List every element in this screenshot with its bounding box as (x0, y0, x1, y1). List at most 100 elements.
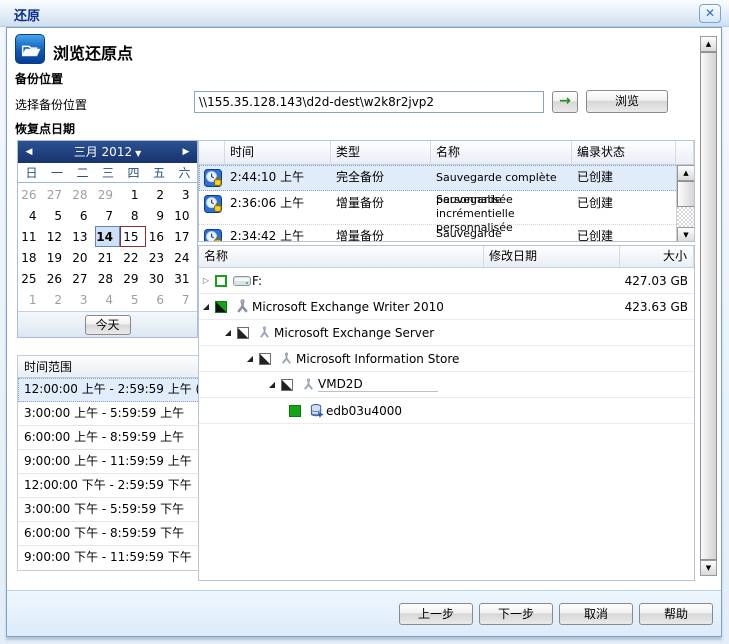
backup-row[interactable]: 2:34:42 上午 增量备份 Sauvegarde incrémentiell… (199, 225, 694, 242)
scroll-up-icon[interactable]: ▲ (700, 36, 717, 52)
calendar-day[interactable]: 5 (44, 205, 70, 226)
calendar-day[interactable]: 26 (44, 268, 70, 289)
scroll-up-icon[interactable]: ▲ (677, 165, 695, 181)
checkbox-partial[interactable] (215, 301, 227, 313)
scroll-down-icon[interactable]: ▼ (677, 227, 695, 242)
calendar-next-icon[interactable]: ▶ (177, 141, 195, 163)
calendar-day[interactable]: 1 (18, 289, 44, 310)
expand-icon[interactable]: ▷ (199, 276, 213, 285)
time-range-item[interactable]: 6:00:00 下午 - 8:59:59 下午 (18, 522, 200, 546)
time-range-item[interactable]: 6:00:00 上午 - 8:59:59 上午 (18, 426, 200, 450)
calendar-day[interactable]: 2 (146, 184, 172, 205)
calendar-day[interactable]: 28 (69, 184, 95, 205)
table-row-exchange-server[interactable]: ◢ Microsoft Exchange Server (199, 320, 694, 346)
dialog-scrollbar[interactable]: ▲ ▼ (700, 36, 717, 576)
calendar-day[interactable]: 4 (18, 205, 44, 226)
calendar-day[interactable]: 30 (146, 268, 172, 289)
checkbox-partial[interactable] (259, 353, 271, 365)
checkbox-partial[interactable] (281, 379, 293, 391)
time-range-item[interactable]: 3:00:00 下午 - 5:59:59 下午 (18, 498, 200, 522)
calendar-day[interactable]: 31 (171, 268, 197, 289)
calendar-day[interactable]: 7 (95, 205, 121, 226)
calendar-day[interactable]: 20 (69, 247, 95, 268)
collapse-icon[interactable]: ◢ (199, 302, 213, 311)
calendar-month-label[interactable]: 三月 2012▼ (74, 145, 142, 159)
table-row-drive-f[interactable]: ▷ F: 427.03 GB (199, 268, 694, 294)
time-range-item[interactable]: 3:00:00 上午 - 5:59:59 上午 (18, 402, 200, 426)
time-range-item-selected[interactable]: 12:00:00 上午 - 2:59:59 上午 (5) (18, 378, 200, 402)
backups-scrollbar[interactable]: ▲ ▼ (676, 165, 694, 242)
calendar-day[interactable]: 25 (18, 268, 44, 289)
backup-row[interactable]: 2:36:06 上午 增量备份 Sauvegarde incrémentiell… (199, 191, 694, 225)
scrollbar-track[interactable] (677, 207, 695, 227)
calendar-day[interactable]: 6 (69, 205, 95, 226)
calendar-day[interactable]: 12 (44, 226, 70, 247)
calendar-prev-icon[interactable]: ◀ (20, 141, 38, 163)
today-button[interactable]: 今天 (85, 315, 131, 335)
calendar-day[interactable]: 13 (69, 226, 95, 247)
help-button[interactable]: 帮助 (639, 603, 713, 625)
calendar-day-selected[interactable]: 14 (95, 226, 121, 247)
checkbox-partial[interactable] (237, 327, 249, 339)
go-arrow-button[interactable]: → (552, 91, 578, 113)
status-column-header[interactable]: 编录状态 (572, 141, 676, 164)
size-column-header[interactable]: 大小 (620, 246, 694, 267)
checkbox-checked-outline[interactable] (215, 275, 227, 287)
backup-row-selected[interactable]: 2:44:10 上午 完全备份 Sauvegarde complète pers… (199, 165, 694, 191)
calendar-day[interactable]: 8 (120, 205, 146, 226)
name-column-header[interactable]: 名称 (431, 141, 572, 164)
table-row-exchange-writer[interactable]: ◢ Microsoft Exchange Writer 2010 423.63 … (199, 294, 694, 320)
calendar-day[interactable]: 29 (95, 184, 121, 205)
name-column-header[interactable]: 名称 (199, 246, 484, 267)
scrollbar-thumb[interactable] (677, 181, 695, 207)
scrollbar-thumb[interactable] (700, 52, 717, 560)
calendar-day[interactable]: 18 (18, 247, 44, 268)
calendar-day[interactable]: 7 (171, 289, 197, 310)
calendar-day[interactable]: 23 (146, 247, 172, 268)
collapse-icon[interactable]: ◢ (243, 354, 257, 363)
next-button[interactable]: 下一步 (479, 603, 553, 625)
calendar-day[interactable]: 10 (171, 205, 197, 226)
calendar-day[interactable]: 17 (171, 226, 197, 247)
calendar-day[interactable]: 11 (18, 226, 44, 247)
checkbox-checked[interactable] (289, 405, 301, 417)
calendar-day[interactable]: 19 (44, 247, 70, 268)
calendar-day[interactable]: 26 (18, 184, 44, 205)
backup-type: 增量备份 (331, 225, 431, 242)
collapse-icon[interactable]: ◢ (265, 380, 279, 389)
calendar-day[interactable]: 27 (44, 184, 70, 205)
collapse-icon[interactable]: ◢ (221, 328, 235, 337)
table-row-edb03u4000[interactable]: edb03u4000 (199, 398, 694, 424)
calendar-day[interactable]: 27 (69, 268, 95, 289)
scroll-down-icon[interactable]: ▼ (700, 560, 717, 576)
calendar-day[interactable]: 9 (146, 205, 172, 226)
calendar-day[interactable]: 2 (44, 289, 70, 310)
calendar-day[interactable]: 1 (120, 184, 146, 205)
table-row-vmd2d[interactable]: ◢ VMD2D (199, 372, 694, 398)
calendar-day-today[interactable]: 15 (120, 226, 146, 247)
close-icon[interactable]: ✕ (699, 4, 721, 23)
backup-location-input[interactable] (194, 91, 544, 113)
calendar-day[interactable]: 5 (120, 289, 146, 310)
calendar-day[interactable]: 3 (69, 289, 95, 310)
time-range-item[interactable]: 9:00:00 上午 - 11:59:59 上午 (18, 450, 200, 474)
type-column-header[interactable]: 类型 (331, 141, 431, 164)
browse-button[interactable]: 浏览 (586, 90, 668, 113)
calendar-day[interactable]: 4 (95, 289, 121, 310)
calendar-day[interactable]: 21 (95, 247, 121, 268)
calendar-day[interactable]: 3 (171, 184, 197, 205)
modified-column-header[interactable]: 修改日期 (484, 246, 620, 267)
calendar-day[interactable]: 22 (120, 247, 146, 268)
time-range-item[interactable]: 12:00:00 下午 - 2:59:59 下午 (18, 474, 200, 498)
calendar-day[interactable]: 28 (95, 268, 121, 289)
calendar-day[interactable]: 6 (146, 289, 172, 310)
icon-column-header[interactable] (199, 141, 225, 164)
time-column-header[interactable]: 时间 (225, 141, 331, 164)
time-range-item[interactable]: 9:00:00 下午 - 11:59:59 下午 (18, 546, 200, 570)
calendar-day[interactable]: 24 (171, 247, 197, 268)
calendar-day[interactable]: 16 (146, 226, 172, 247)
previous-button[interactable]: 上一步 (399, 603, 473, 625)
table-row-information-store[interactable]: ◢ Microsoft Information Store (199, 346, 694, 372)
cancel-button[interactable]: 取消 (559, 603, 633, 625)
calendar-day[interactable]: 29 (120, 268, 146, 289)
